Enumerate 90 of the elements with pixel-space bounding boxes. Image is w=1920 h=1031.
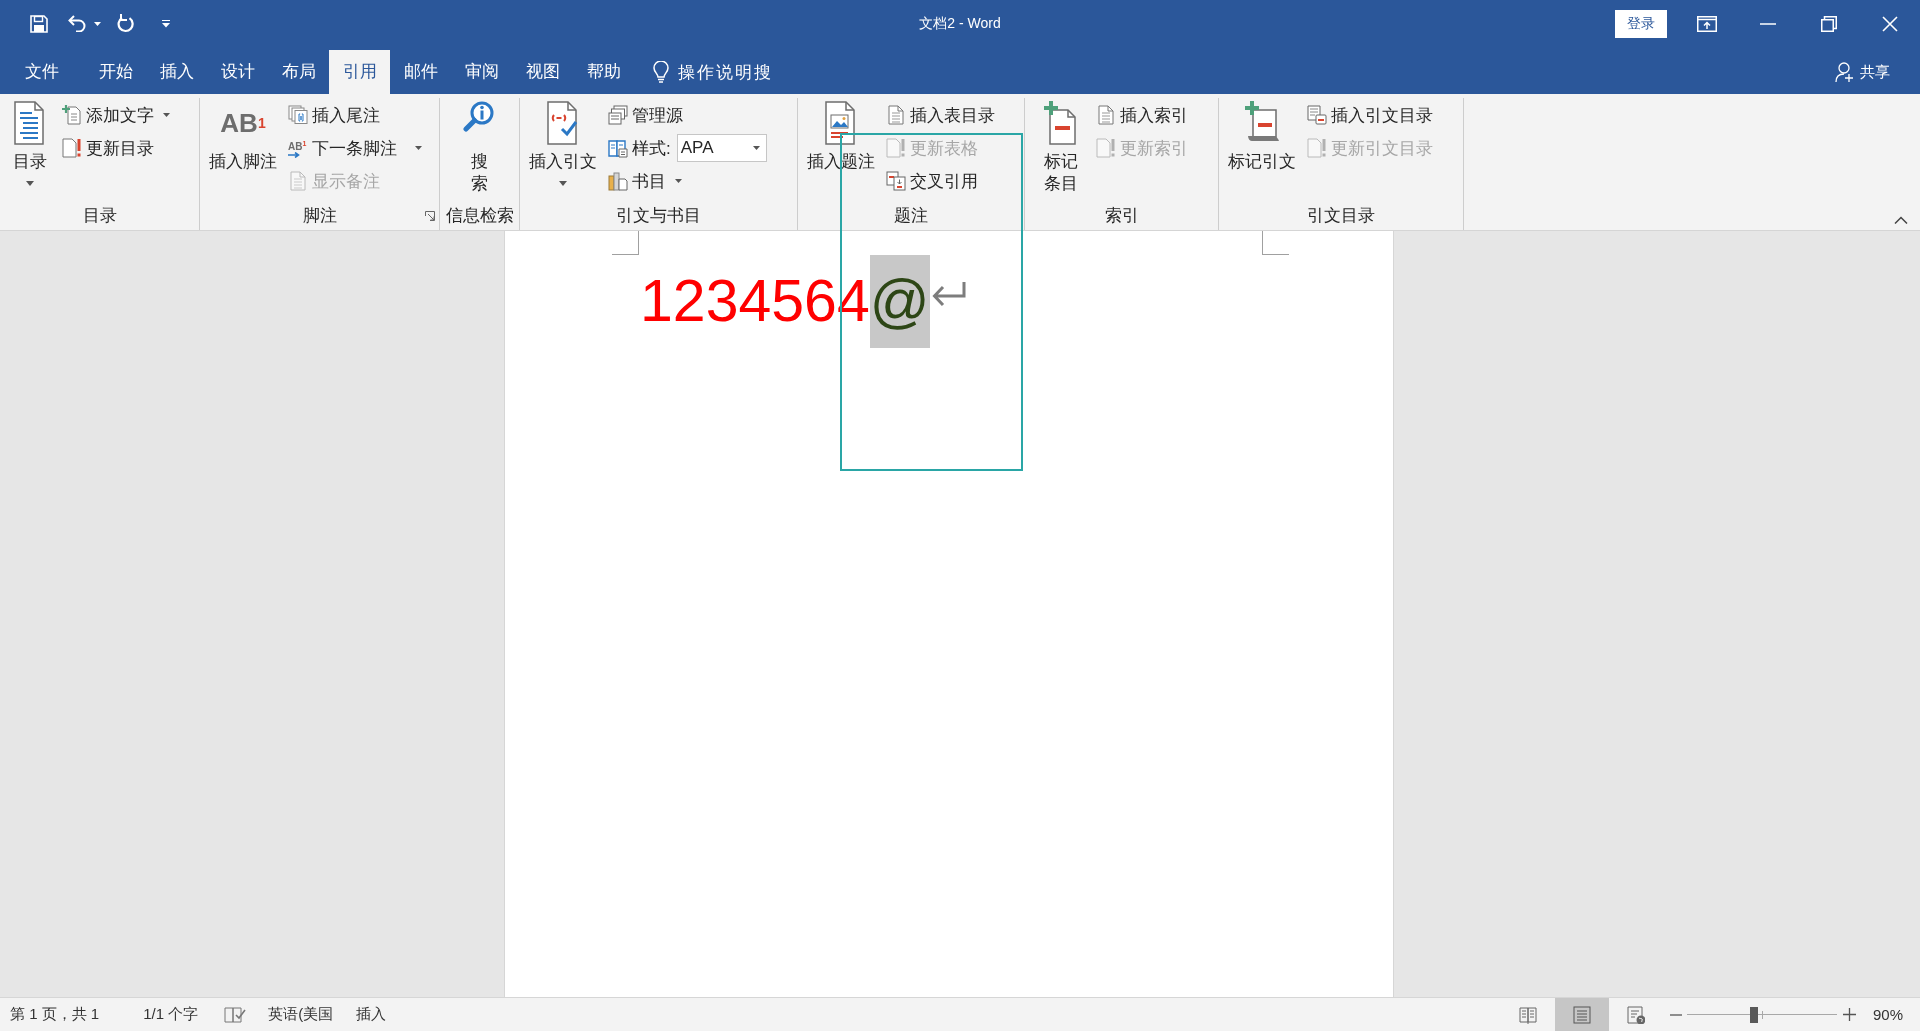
zoom-slider[interactable] bbox=[1686, 1006, 1837, 1023]
linked-documents-icon bbox=[886, 171, 906, 191]
book-check-icon[interactable] bbox=[224, 1005, 247, 1024]
ribbon-button[interactable]: 插入表目录 bbox=[883, 100, 998, 130]
large-ribbon-button[interactable]: AB$^{1}$ 插入脚注 bbox=[206, 98, 280, 202]
corner-mark bbox=[612, 231, 639, 255]
large-ribbon-button[interactable]: 目录 bbox=[10, 98, 50, 202]
group-label: 引文与书目 bbox=[616, 205, 701, 227]
caret-icon[interactable] bbox=[94, 21, 101, 26]
zoom-percentage[interactable]: 90% bbox=[1872, 1006, 1903, 1023]
style-label: 样式: bbox=[632, 137, 671, 160]
restore-icon[interactable] bbox=[1820, 15, 1837, 32]
person-add-icon bbox=[1835, 62, 1854, 82]
ribbon-button[interactable]: 插入索引 bbox=[1093, 100, 1191, 130]
minimize-icon[interactable] bbox=[1759, 22, 1776, 25]
collapse-ribbon-icon[interactable] bbox=[1894, 216, 1908, 224]
large-ribbon-button[interactable]: 搜 索 bbox=[459, 98, 500, 202]
shaded-field-text: @ bbox=[869, 255, 930, 348]
lightbulb-icon bbox=[653, 61, 669, 83]
book-pages-icon bbox=[1518, 1005, 1537, 1024]
share-button[interactable]: 共享 bbox=[1835, 50, 1890, 94]
ribbon-display-options-icon[interactable] bbox=[1696, 15, 1717, 32]
group-label: 目录 bbox=[82, 205, 117, 227]
document-check-icon bbox=[546, 101, 580, 145]
document-exclamation-icon bbox=[886, 138, 906, 158]
save-icon[interactable] bbox=[30, 14, 48, 33]
zoom-slider-thumb[interactable] bbox=[1750, 1006, 1759, 1023]
corner-mark bbox=[1262, 231, 1289, 255]
language-indicator[interactable]: 英语(美国 bbox=[268, 1005, 334, 1024]
ribbon-tab[interactable]: 帮助 bbox=[573, 50, 634, 94]
ribbon-button[interactable]: 插入尾注 bbox=[285, 100, 425, 130]
group-label: 脚注 bbox=[302, 205, 337, 227]
overflow-caret-icon[interactable] bbox=[162, 19, 170, 28]
sign-in-button[interactable]: 登录 bbox=[1615, 9, 1667, 38]
document-exclamation-icon bbox=[1096, 138, 1116, 158]
large-ribbon-button[interactable]: 标记 条目 bbox=[1041, 98, 1081, 202]
document-list-icon bbox=[1307, 105, 1327, 125]
group-label: 引文目录 bbox=[1307, 205, 1375, 227]
page-count[interactable]: 第 1 页，共 1 bbox=[10, 1005, 100, 1024]
ribbon-tab[interactable]: 文件 bbox=[11, 50, 72, 94]
document-lines-icon bbox=[886, 105, 906, 125]
large-ribbon-button[interactable]: 插入题注 bbox=[804, 98, 878, 202]
undo-icon[interactable] bbox=[68, 15, 87, 32]
ribbon-tab[interactable]: 视图 bbox=[512, 50, 573, 94]
stacked-documents-icon bbox=[608, 105, 628, 125]
word-count[interactable]: 1/1 个字 bbox=[143, 1005, 199, 1024]
caret-icon bbox=[752, 146, 760, 150]
style-select[interactable]: APA bbox=[676, 134, 767, 162]
books-icon bbox=[608, 171, 628, 191]
picture-document-icon bbox=[824, 101, 858, 145]
ribbon-tab[interactable]: 邮件 bbox=[390, 50, 451, 94]
web-page-icon bbox=[1626, 1005, 1645, 1024]
paragraph-mark-icon bbox=[931, 280, 966, 309]
document-exclamation-icon bbox=[62, 138, 82, 158]
ribbon-tab[interactable]: 审阅 bbox=[451, 50, 512, 94]
ribbon-button[interactable]: 书目 bbox=[605, 166, 770, 196]
dialog-launcher-icon[interactable] bbox=[425, 211, 435, 221]
close-icon[interactable] bbox=[1881, 15, 1898, 32]
ribbon-tab[interactable]: 设计 bbox=[207, 50, 268, 94]
ribbon-button[interactable]: AB$^{1}$ 下一条脚注 bbox=[285, 133, 425, 163]
document-lines-icon bbox=[1096, 105, 1116, 125]
group-label: 索引 bbox=[1104, 205, 1139, 227]
ribbon-tab[interactable]: 插入 bbox=[146, 50, 207, 94]
group-label: 信息检索 bbox=[445, 205, 514, 227]
ribbon-button[interactable]: 添加文字 bbox=[59, 100, 173, 130]
ribbon-tab[interactable]: 引用 bbox=[329, 50, 390, 94]
ribbon-button[interactable]: 插入引文目录 bbox=[1304, 100, 1436, 130]
group-label: 题注 bbox=[894, 205, 928, 227]
stacked-pages-icon bbox=[288, 105, 308, 125]
document-lines-icon bbox=[288, 171, 308, 191]
zoom-out-icon[interactable] bbox=[1669, 1013, 1682, 1016]
ribbon-button[interactable]: 交叉引用 bbox=[883, 166, 998, 196]
window-title: 文档2 - Word bbox=[919, 14, 1001, 33]
document-plus-icon bbox=[62, 105, 82, 125]
tell-me-search[interactable]: 操作说明搜 bbox=[653, 50, 773, 94]
redo-icon[interactable] bbox=[117, 14, 135, 33]
document-exclamation-icon bbox=[1307, 138, 1327, 158]
document-lines-icon bbox=[13, 101, 47, 145]
insert-mode-indicator[interactable]: 插入 bbox=[356, 1005, 387, 1024]
ribbon-tab[interactable]: 开始 bbox=[85, 50, 146, 94]
ribbon-button[interactable]: 管理源 bbox=[605, 100, 770, 130]
ribbon-tab[interactable]: 布局 bbox=[268, 50, 329, 94]
book-icon bbox=[608, 138, 628, 158]
ab-footnote-icon: AB$^{1}$ bbox=[220, 101, 266, 145]
ribbon-button[interactable]: 更新目录 bbox=[59, 133, 173, 163]
page-lines-icon bbox=[1572, 1005, 1591, 1024]
large-ribbon-button[interactable]: 标记引文 bbox=[1225, 98, 1299, 202]
document-plus-icon bbox=[1044, 101, 1078, 145]
zoom-in-icon[interactable] bbox=[1842, 1008, 1856, 1021]
large-ribbon-button[interactable]: 插入引文 bbox=[526, 98, 600, 202]
